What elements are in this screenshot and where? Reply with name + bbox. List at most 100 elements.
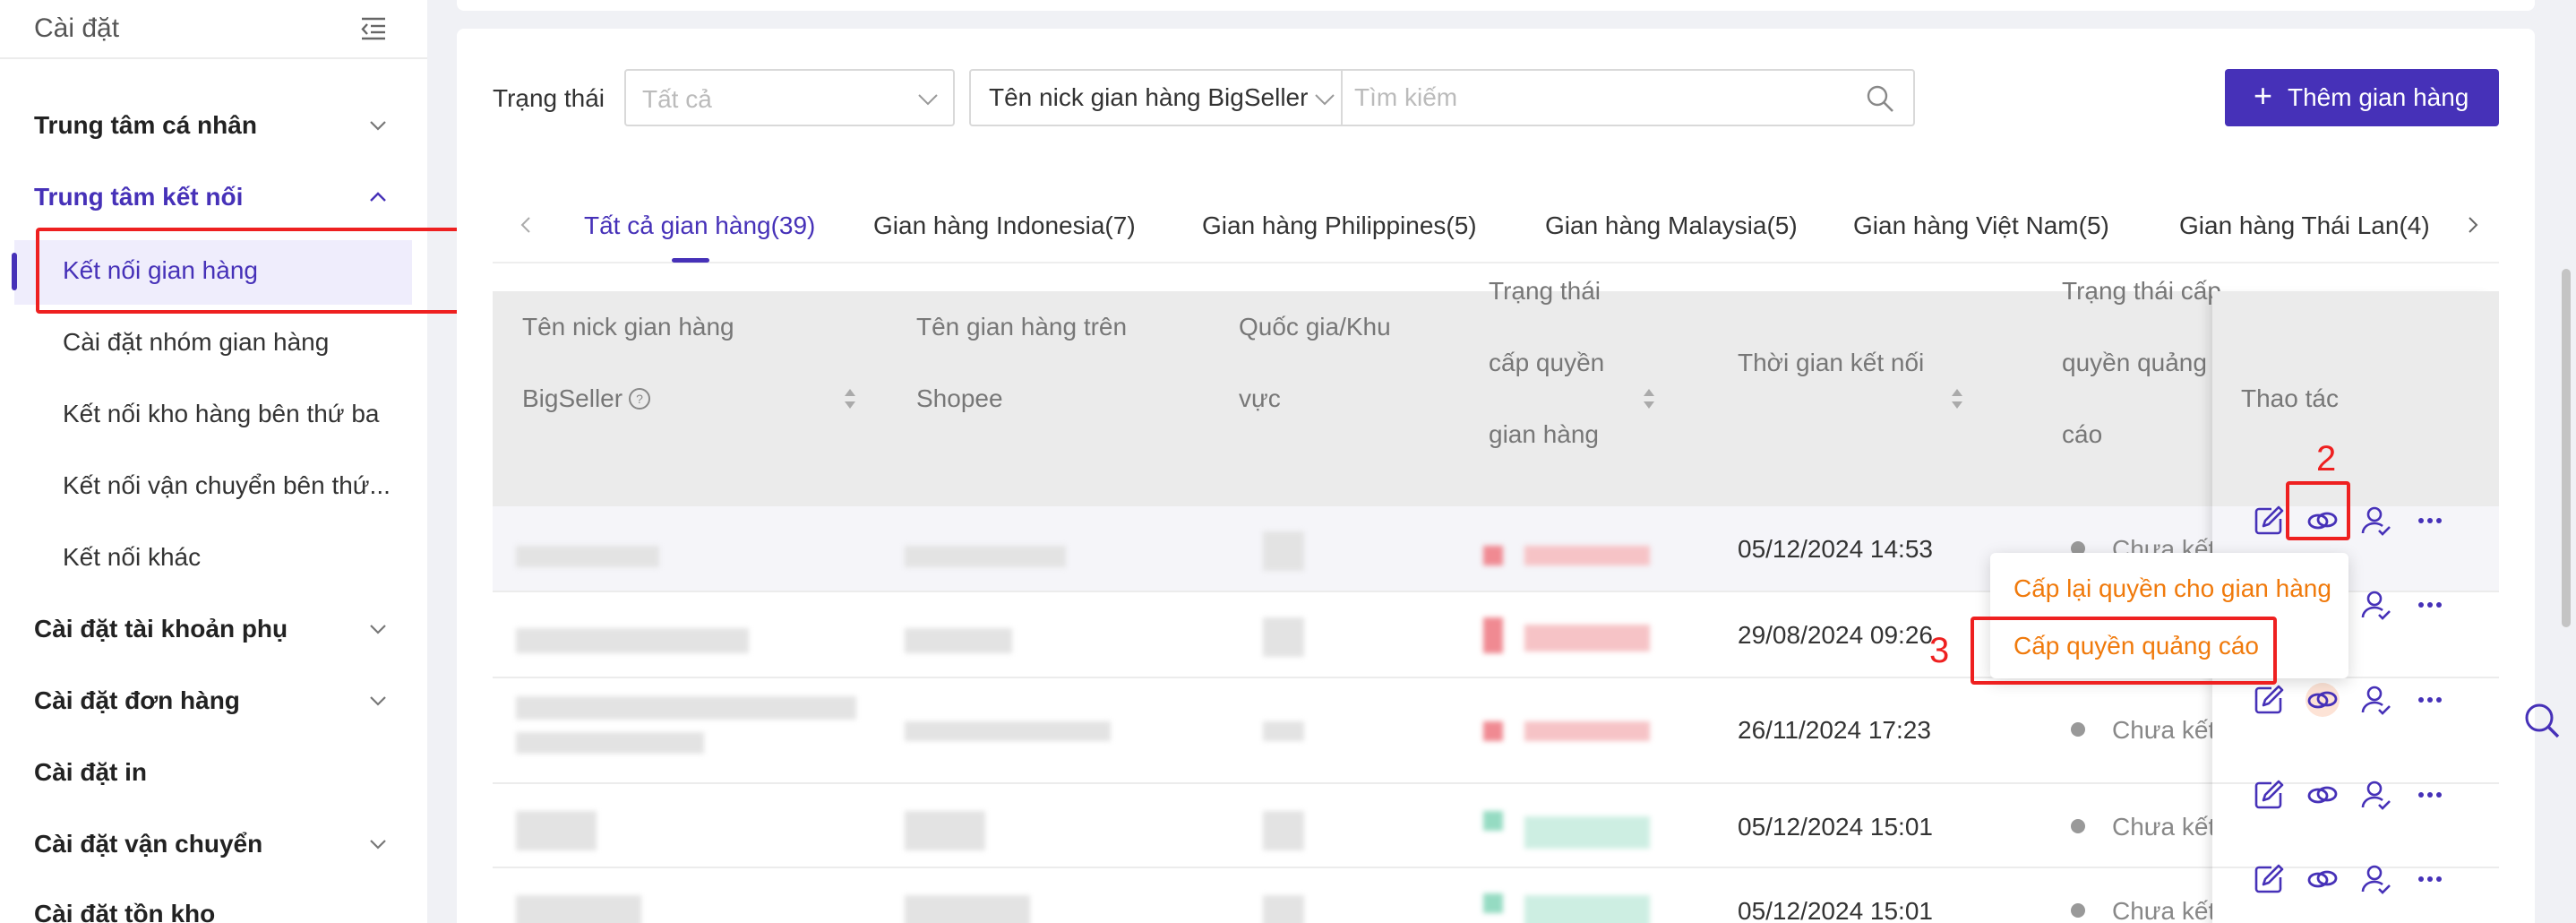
connect-time: 05/12/2024 14:53 — [1738, 535, 1933, 563]
main-panel: Trạng thái Tất cả Tên nick gian hàng Big… — [457, 29, 2535, 923]
sidebar-item-store-groups[interactable]: Cài đặt nhóm gian hàng — [63, 328, 329, 357]
blurred-nick — [516, 732, 704, 754]
sort-icon[interactable] — [1949, 386, 1965, 411]
blurred-auth-status — [1524, 625, 1650, 651]
tab-indonesia[interactable]: Gian hàng Indonesia(7) — [873, 211, 1136, 240]
blurred-country — [1263, 811, 1304, 850]
link-icon[interactable] — [2306, 778, 2340, 812]
column-header-country: Quốc gia/Khu — [1239, 313, 1391, 341]
column-header-nick-line2: BigSeller? — [522, 363, 651, 435]
sidebar-item-other[interactable]: Kết nối khác — [63, 543, 201, 572]
blurred-auth-status — [1524, 721, 1650, 741]
more-icon[interactable] — [2413, 504, 2447, 538]
more-icon[interactable] — [2413, 588, 2447, 622]
ads-status: Chưa kết n — [2071, 716, 2237, 745]
user-auth-icon[interactable] — [2359, 683, 2393, 717]
column-header-ads-line3: cáo — [2062, 420, 2103, 448]
sidebar-group-inventory[interactable]: Cài đặt tồn kho — [34, 900, 215, 923]
connect-time: 26/11/2024 17:23 — [1738, 716, 1931, 744]
top-card — [457, 0, 2535, 11]
edit-icon[interactable] — [2252, 862, 2286, 896]
search-icon[interactable] — [1865, 83, 1895, 114]
blurred-nick — [516, 628, 749, 653]
chevron-down-icon — [1315, 94, 1335, 106]
column-header-operations: Thao tác — [2241, 384, 2339, 412]
sidebar-group-connect[interactable]: Trung tâm kết nối — [34, 183, 243, 211]
blurred-auth-status — [1483, 617, 1503, 653]
blurred-auth-status — [1483, 893, 1503, 913]
blurred-auth-status — [1483, 811, 1503, 831]
chevron-up-icon[interactable] — [367, 186, 389, 208]
sidebar: Cài đặt Trung tâm cá nhân Trung tâm kết … — [0, 0, 427, 923]
chevron-down-icon[interactable] — [367, 115, 389, 136]
column-header-ads-line2: quyền quảng — [2062, 349, 2207, 376]
connect-time: 05/12/2024 15:01 — [1738, 813, 1933, 841]
sidebar-group-shipping[interactable]: Cài đặt vận chuyển — [34, 830, 262, 858]
user-auth-icon[interactable] — [2359, 862, 2393, 896]
user-auth-icon[interactable] — [2359, 504, 2393, 538]
sidebar-group-print[interactable]: Cài đặt in — [34, 758, 147, 787]
chevron-down-icon[interactable] — [367, 690, 389, 712]
connect-time: 05/12/2024 15:01 — [1738, 897, 1933, 923]
sidebar-item-warehouse[interactable]: Kết nối kho hàng bên thứ ba — [63, 400, 379, 428]
edit-icon[interactable] — [2252, 683, 2286, 717]
blurred-country — [1263, 531, 1304, 571]
user-auth-icon[interactable] — [2359, 588, 2393, 622]
user-auth-icon[interactable] — [2359, 778, 2393, 812]
tab-all-stores[interactable]: Tất cả gian hàng(39) — [584, 211, 815, 240]
sidebar-group-personal[interactable]: Trung tâm cá nhân — [34, 111, 257, 140]
help-icon[interactable]: ? — [628, 387, 651, 410]
connect-time: 29/08/2024 09:26 — [1738, 621, 1933, 649]
table-row[interactable]: 05/12/2024 15:01 Chưa kết n — [493, 784, 2499, 868]
edit-icon[interactable] — [2252, 504, 2286, 538]
add-store-button[interactable]: + Thêm gian hàng — [2225, 69, 2499, 126]
chevron-right-icon[interactable] — [2463, 215, 2483, 235]
sidebar-group-subaccount[interactable]: Cài đặt tài khoản phụ — [34, 615, 288, 643]
status-dot — [2071, 722, 2085, 737]
blurred-auth-status — [1524, 816, 1650, 849]
blurred-shop-name — [905, 895, 1030, 923]
link-icon[interactable] — [2306, 683, 2340, 717]
column-header-time: Thời gian kết nối — [1738, 349, 1925, 376]
tab-malaysia[interactable]: Gian hàng Malaysia(5) — [1545, 211, 1798, 240]
menu-item-reauthorize-store[interactable]: Cấp lại quyền cho gian hàng — [2014, 574, 2331, 603]
country-tabs: Tất cả gian hàng(39) Gian hàng Indonesia… — [493, 179, 2499, 263]
sidebar-group-orders[interactable]: Cài đặt đơn hàng — [34, 686, 240, 715]
search-type-value: Tên nick gian hàng BigSeller — [989, 83, 1309, 111]
blurred-country — [1263, 721, 1304, 741]
sidebar-active-indicator — [12, 253, 17, 290]
sort-icon[interactable] — [842, 386, 858, 411]
blurred-nick — [516, 811, 597, 850]
sidebar-item-shipping[interactable]: Kết nối vận chuyển bên thứ... — [63, 471, 391, 500]
sort-icon[interactable] — [1641, 386, 1657, 411]
collapse-menu-icon[interactable] — [360, 16, 387, 41]
column-header-nick-text: BigSeller — [522, 384, 623, 412]
more-icon[interactable] — [2413, 862, 2447, 896]
tab-vietnam[interactable]: Gian hàng Việt Nam(5) — [1853, 211, 2109, 240]
chevron-down-icon[interactable] — [367, 833, 389, 855]
blurred-nick — [516, 895, 641, 923]
more-icon[interactable] — [2413, 778, 2447, 812]
chevron-left-icon[interactable] — [516, 215, 536, 235]
blurred-shop-name — [905, 628, 1012, 653]
column-header-shopee: Tên gian hàng trên — [916, 313, 1128, 341]
tab-thailand[interactable]: Gian hàng Thái Lan(4) — [2179, 211, 2430, 240]
edit-icon[interactable] — [2252, 778, 2286, 812]
column-header-auth: Trạng thái — [1489, 277, 1601, 305]
chevron-down-icon[interactable] — [367, 618, 389, 640]
search-input[interactable]: Tìm kiếm — [1354, 83, 1457, 112]
blurred-auth-status — [1483, 721, 1503, 741]
floating-search-icon[interactable] — [2522, 701, 2562, 740]
status-select[interactable]: Tất cả — [624, 69, 955, 126]
table-row[interactable]: 26/11/2024 17:23 Chưa kết n — [493, 678, 2499, 784]
page-scrollbar[interactable] — [2562, 269, 2571, 627]
blurred-shop-name — [905, 811, 985, 850]
column-header-auth-line2: cấp quyền — [1489, 349, 1605, 376]
table-row[interactable]: 05/12/2024 15:01 Chưa kết n — [493, 868, 2499, 923]
more-icon[interactable] — [2413, 683, 2447, 717]
tab-philippines[interactable]: Gian hàng Philippines(5) — [1202, 211, 1477, 240]
link-icon[interactable] — [2306, 862, 2340, 896]
search-type-select[interactable]: Tên nick gian hàng BigSeller — [971, 71, 1343, 125]
column-header-shopee-line2: Shopee — [916, 384, 1003, 412]
status-dot — [2071, 819, 2085, 833]
